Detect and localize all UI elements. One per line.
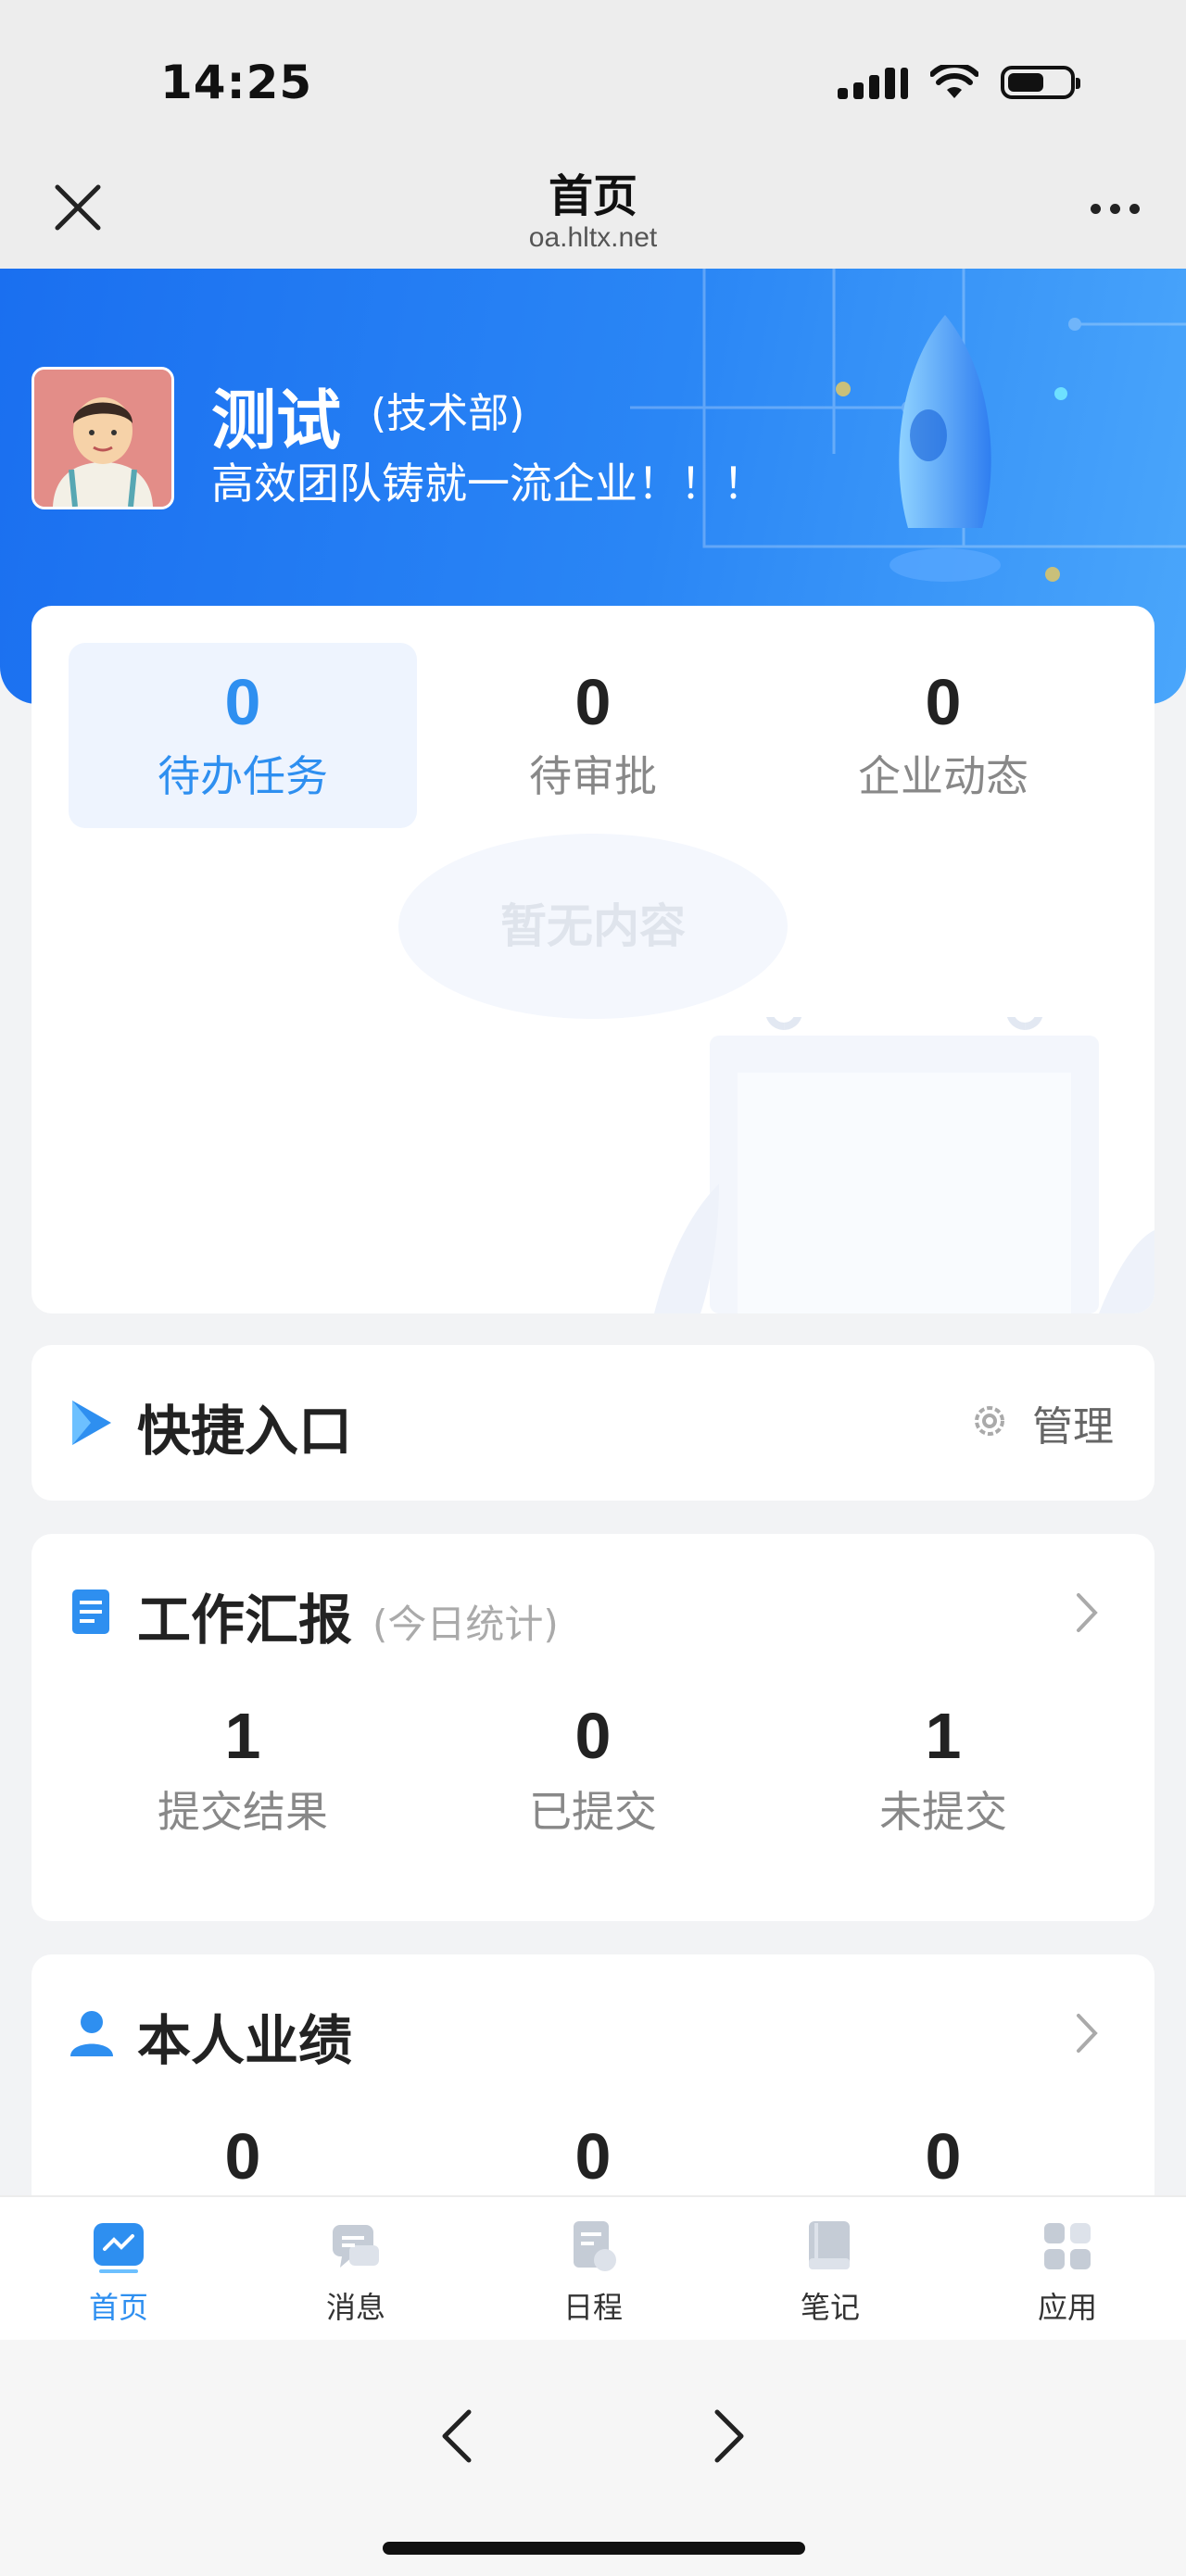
pending-approval-label: 待审批 [529,751,657,801]
work-report-subtitle: (今日统计) [372,1602,559,1647]
gear-icon[interactable] [969,1401,1010,1441]
rocket-illustration [890,315,1001,582]
tab-pending-tasks[interactable]: 0 待办任务 [69,643,417,828]
work-report-card[interactable]: 工作汇报 (今日统计) 1 提交结果 0 已提交 1 未提交 [32,1534,1154,1921]
more-options-icon[interactable] [1091,204,1140,214]
back-arrow-icon[interactable] [435,2406,480,2466]
pending-approval-count: 0 [574,666,612,738]
tab-schedule[interactable]: 日程 [474,2197,712,2340]
metric-value: 1 [925,1700,962,1772]
work-report-title: 工作汇报 [137,1589,353,1652]
home-indicator[interactable] [383,2542,805,2555]
report-document-icon [72,1590,109,1634]
tab-company-news[interactable]: 0 企业动态 [769,643,1117,828]
bottom-tab-bar: 首页 消息 日程 笔记 应用 [0,2195,1186,2340]
tab-label: 应用 [1037,2290,1097,2325]
metric-submit-result: 1 提交结果 [69,1699,417,1840]
forward-arrow-icon[interactable] [706,2406,751,2466]
dot-decoration [1054,387,1067,400]
user-avatar-illustration [34,370,171,507]
chevron-right-icon[interactable] [1073,1590,1101,1636]
performance-metric: 0 [769,2119,1117,2193]
metric-label: 未提交 [879,1787,1007,1837]
user-department: (技术部) [371,390,525,437]
quick-entry-title: 快捷入口 [137,1400,353,1463]
message-icon [333,2225,379,2268]
tab-label: 日程 [562,2290,623,2325]
user-name: 测试 [211,383,341,459]
page-url: oa.hltx.net [528,222,658,253]
performance-title: 本人业绩 [137,2009,353,2072]
browser-toolbar [0,2340,1186,2576]
battery-icon [1001,66,1080,99]
dot-decoration [1045,567,1060,582]
metric-value: 0 [925,2120,962,2193]
metric-value: 0 [224,2120,261,2193]
apps-grid-icon [1044,2223,1091,2269]
user-icon [70,2011,113,2056]
chevron-right-icon[interactable] [1073,2010,1101,2056]
metric-value: 0 [574,2120,612,2193]
tab-apps[interactable]: 应用 [949,2197,1186,2340]
metric-label: 提交结果 [158,1787,328,1837]
browser-nav-bar: 首页 oa.hltx.net [0,157,1186,269]
notebook-icon [809,2221,850,2269]
tab-label: 首页 [88,2290,148,2325]
cellular-signal-icon [838,66,908,99]
status-time: 14:25 [160,56,313,109]
wifi-icon [930,65,978,98]
metric-label: 已提交 [529,1787,657,1837]
dot-decoration [836,382,851,396]
metric-submitted: 0 已提交 [419,1699,767,1840]
empty-calendar-illustration [654,1017,1154,1313]
company-news-count: 0 [925,666,962,738]
page-title: 首页 [548,170,637,222]
avatar[interactable] [32,367,174,509]
tab-label: 笔记 [800,2290,860,2325]
quick-entry-card: 快捷入口 管理 [32,1345,1154,1501]
tab-messages[interactable]: 消息 [237,2197,474,2340]
pending-tasks-count: 0 [224,666,261,738]
empty-state-text: 暂无内容 [398,834,788,1019]
performance-metric: 0 [69,2119,417,2193]
company-news-label: 企业动态 [858,751,1028,801]
company-motto: 高效团队铸就一流企业！！！ [211,459,765,509]
tab-label: 消息 [325,2290,385,2325]
performance-metric: 0 [419,2119,767,2193]
tab-notes[interactable]: 笔记 [712,2197,949,2340]
home-chart-icon [94,2223,144,2273]
tab-pending-approval[interactable]: 0 待审批 [419,643,767,828]
metric-value: 0 [574,1700,612,1772]
metric-not-submitted: 1 未提交 [769,1699,1117,1840]
metric-value: 1 [224,1700,261,1772]
pending-tasks-label: 待办任务 [158,751,328,801]
schedule-icon [574,2221,616,2271]
play-arrow-icon [72,1401,111,1445]
status-icons [838,65,1080,100]
manage-button[interactable]: 管理 [1032,1393,1114,1452]
tab-home[interactable]: 首页 [0,2197,237,2340]
status-bar: 14:25 [0,0,1186,157]
task-stats-card: 0 待办任务 0 待审批 0 企业动态 暂无内容 [32,606,1154,1313]
